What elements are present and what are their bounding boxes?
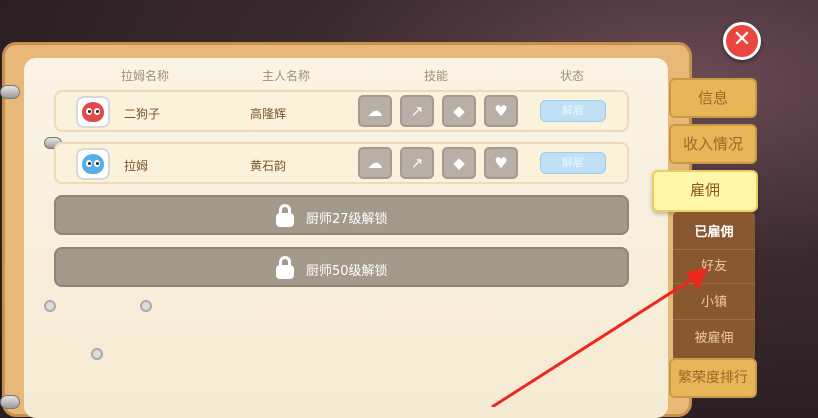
subtab-town[interactable]: 小镇 (673, 286, 755, 320)
subtab-hired[interactable]: 已雇佣 (673, 216, 755, 250)
table-row: 二狗子 高隆辉 ☁ ↗ ◆ ♥ 解雇 (54, 90, 629, 132)
stairs-icon[interactable]: ↗ (400, 95, 434, 127)
fish-icon[interactable]: ◆ (442, 95, 476, 127)
owner-name: 黄石韵 (250, 159, 287, 173)
red-lahm-icon (82, 102, 104, 122)
decor-dot (140, 300, 152, 312)
fish-icon[interactable]: ◆ (442, 147, 476, 179)
header-owner-name: 主人名称 (262, 69, 311, 83)
dismiss-button[interactable]: 解雇 (540, 100, 606, 122)
locked-slot[interactable]: 厨师50级解锁 (54, 247, 629, 287)
dismiss-button[interactable]: 解雇 (540, 152, 606, 174)
header-skills: 技能 (424, 69, 449, 83)
avatar (76, 96, 110, 128)
tab-prosperity-ranking[interactable]: 繁荣度排行 (669, 358, 757, 398)
tab-info[interactable]: 信息 (669, 78, 757, 118)
hire-subtab-panel: 已雇佣 好友 小镇 被雇佣 (673, 212, 755, 360)
subtab-friends[interactable]: 好友 (673, 250, 755, 284)
subtab-hired-by[interactable]: 被雇佣 (673, 322, 755, 356)
avatar (76, 148, 110, 180)
header-lahm-name: 拉姆名称 (121, 69, 170, 83)
lahm-name: 拉姆 (124, 159, 149, 173)
close-icon[interactable]: ✕ (723, 22, 761, 60)
tab-income[interactable]: 收入情况 (669, 124, 757, 164)
owner-name: 高隆辉 (250, 107, 287, 121)
heart-icon[interactable]: ♥ (484, 95, 518, 127)
decor-dot (44, 300, 56, 312)
decor-dot (91, 348, 103, 360)
table-row: 拉姆 黄石韵 ☁ ↗ ◆ ♥ 解雇 (54, 142, 629, 184)
locked-slot-label: 厨师27级解锁 (306, 212, 388, 227)
stairs-icon[interactable]: ↗ (400, 147, 434, 179)
lock-icon (276, 204, 294, 227)
locked-slot-label: 厨师50级解锁 (306, 264, 388, 279)
blue-lahm-icon (82, 154, 104, 174)
dolphin-icon[interactable]: ☁ (358, 147, 392, 179)
locked-slot[interactable]: 厨师27级解锁 (54, 195, 629, 235)
heart-icon[interactable]: ♥ (484, 147, 518, 179)
lock-icon (276, 256, 294, 279)
lahm-name: 二狗子 (124, 107, 161, 121)
tab-hire[interactable]: 雇佣 (652, 170, 758, 212)
header-status: 状态 (560, 69, 585, 83)
binder-ring-top (0, 85, 20, 99)
dolphin-icon[interactable]: ☁ (358, 95, 392, 127)
